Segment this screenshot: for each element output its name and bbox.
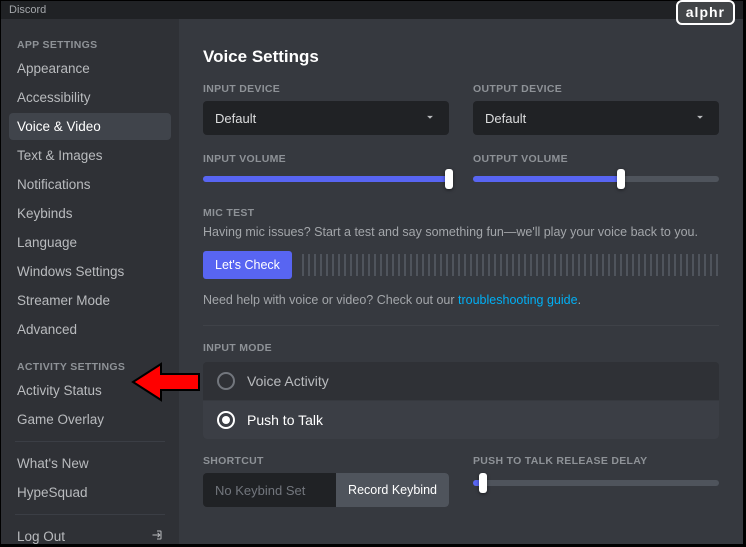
input-mode-group: Voice Activity Push to Talk — [203, 362, 719, 439]
record-keybind-button[interactable]: Record Keybind — [336, 473, 449, 507]
sidebar-item-logout[interactable]: Log Out — [9, 523, 171, 544]
section-divider — [203, 325, 719, 326]
sidebar-item-activity-status[interactable]: Activity Status — [9, 377, 171, 404]
radio-icon — [217, 411, 235, 429]
radio-icon — [217, 372, 235, 390]
voice-help-line: Need help with voice or video? Check out… — [203, 293, 719, 307]
output-device-select[interactable]: Default — [473, 101, 719, 135]
input-volume-slider[interactable] — [203, 171, 449, 187]
output-volume-label: OUTPUT VOLUME — [473, 153, 719, 165]
input-mode-push-to-talk[interactable]: Push to Talk — [203, 400, 719, 439]
shortcut-label: SHORTCUT — [203, 455, 449, 467]
mic-level-meter — [302, 254, 719, 276]
sidebar-header-app: APP SETTINGS — [9, 31, 171, 55]
mic-test-label: MIC TEST — [203, 207, 719, 219]
sidebar-item-streamer-mode[interactable]: Streamer Mode — [9, 287, 171, 314]
page-title: Voice Settings — [203, 47, 719, 67]
output-device-label: OUTPUT DEVICE — [473, 83, 719, 95]
sidebar-item-hypesquad[interactable]: HypeSquad — [9, 479, 171, 506]
sidebar-item-notifications[interactable]: Notifications — [9, 171, 171, 198]
sidebar-divider — [15, 514, 165, 515]
input-volume-label: INPUT VOLUME — [203, 153, 449, 165]
sidebar-item-game-overlay[interactable]: Game Overlay — [9, 406, 171, 433]
sidebar-divider — [15, 441, 165, 442]
settings-content: Voice Settings INPUT DEVICE Default OUTP… — [179, 19, 743, 544]
sidebar-item-windows-settings[interactable]: Windows Settings — [9, 258, 171, 285]
input-mode-voice-activity[interactable]: Voice Activity — [203, 362, 719, 400]
troubleshooting-link[interactable]: troubleshooting guide — [458, 293, 578, 307]
sidebar-item-voice-video[interactable]: Voice & Video — [9, 113, 171, 140]
ptt-delay-slider[interactable] — [473, 475, 719, 491]
app-name: Discord — [9, 4, 46, 16]
sidebar-item-keybinds[interactable]: Keybinds — [9, 200, 171, 227]
input-device-select[interactable]: Default — [203, 101, 449, 135]
mic-test-help: Having mic issues? Start a test and say … — [203, 225, 719, 239]
keybind-field[interactable]: No Keybind Set Record Keybind — [203, 473, 449, 507]
titlebar: Discord — [1, 1, 743, 19]
settings-sidebar: APP SETTINGS Appearance Accessibility Vo… — [1, 19, 179, 544]
sidebar-item-text-images[interactable]: Text & Images — [9, 142, 171, 169]
sidebar-item-appearance[interactable]: Appearance — [9, 55, 171, 82]
lets-check-button[interactable]: Let's Check — [203, 251, 292, 279]
chevron-down-icon — [693, 110, 707, 127]
output-volume-slider[interactable] — [473, 171, 719, 187]
sidebar-item-advanced[interactable]: Advanced — [9, 316, 171, 343]
keybind-placeholder: No Keybind Set — [203, 473, 336, 507]
chevron-down-icon — [423, 110, 437, 127]
sidebar-header-activity: ACTIVITY SETTINGS — [9, 353, 171, 377]
sidebar-item-accessibility[interactable]: Accessibility — [9, 84, 171, 111]
ptt-delay-label: PUSH TO TALK RELEASE DELAY — [473, 455, 719, 467]
sidebar-item-whats-new[interactable]: What's New — [9, 450, 171, 477]
input-device-label: INPUT DEVICE — [203, 83, 449, 95]
logout-icon — [151, 529, 163, 544]
sidebar-item-language[interactable]: Language — [9, 229, 171, 256]
input-mode-label: INPUT MODE — [203, 342, 719, 354]
